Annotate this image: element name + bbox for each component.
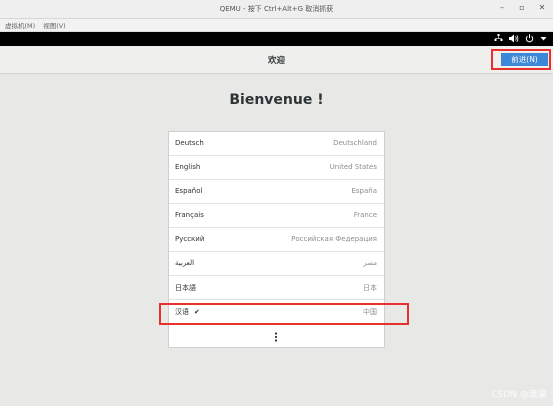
language-row-arabic[interactable]: العربية مصر <box>169 252 384 276</box>
network-icon <box>494 34 503 41</box>
menubar: 虚拟机(M) 视图(V) <box>0 19 553 32</box>
header-bar: 欢迎 <box>0 46 553 74</box>
language-region: مصر <box>363 259 377 267</box>
language-region: España <box>351 187 377 195</box>
chevron-down-icon <box>540 37 547 41</box>
gnome-topbar <box>0 32 553 46</box>
language-row-deutsch[interactable]: Deutsch Deutschland <box>169 132 384 156</box>
window-title: QEMU - 按下 Ctrl+Alt+G 取消抓获 <box>219 5 334 13</box>
language-row-english[interactable]: English United States <box>169 156 384 180</box>
language-region: France <box>353 211 377 219</box>
welcome-heading: Bienvenue ! <box>229 92 324 108</box>
next-button[interactable]: 前进(N) <box>501 53 548 66</box>
language-region: Deutschland <box>333 139 377 147</box>
language-name: Русский <box>175 235 205 243</box>
volume-icon <box>509 34 519 43</box>
system-tray[interactable] <box>494 34 547 43</box>
menu-vm[interactable]: 虚拟机(M) <box>5 20 35 30</box>
selected-language-highlight <box>159 303 409 325</box>
language-row-japanese[interactable]: 日本語 日本 <box>169 276 384 300</box>
language-region: Российская Федерация <box>291 235 377 243</box>
language-name: Deutsch <box>175 139 204 147</box>
language-name: العربية <box>175 259 195 267</box>
language-name: 日本語 <box>175 284 196 292</box>
power-icon <box>525 34 534 43</box>
window-titlebar: QEMU - 按下 Ctrl+Alt+G 取消抓获 – ▫ ✕ <box>0 0 553 19</box>
minimize-icon[interactable]: – <box>497 3 507 12</box>
language-name: English <box>175 163 201 171</box>
watermark: CSDN @庞豪 <box>491 390 547 400</box>
more-vertical-icon <box>274 332 278 342</box>
language-name: Español <box>175 187 203 195</box>
close-icon[interactable]: ✕ <box>537 3 547 12</box>
restore-icon[interactable]: ▫ <box>517 3 527 12</box>
language-row-espanol[interactable]: Español España <box>169 180 384 204</box>
menu-view[interactable]: 视图(V) <box>43 20 66 30</box>
language-name: Français <box>175 211 204 219</box>
language-region: United States <box>329 163 377 171</box>
language-row-russkiy[interactable]: Русский Российская Федерация <box>169 228 384 252</box>
more-languages-button[interactable] <box>169 326 384 348</box>
next-button-highlight: 前进(N) <box>491 49 551 70</box>
page-title: 欢迎 <box>267 56 285 66</box>
language-row-francais[interactable]: Français France <box>169 204 384 228</box>
language-region: 日本 <box>363 284 377 292</box>
